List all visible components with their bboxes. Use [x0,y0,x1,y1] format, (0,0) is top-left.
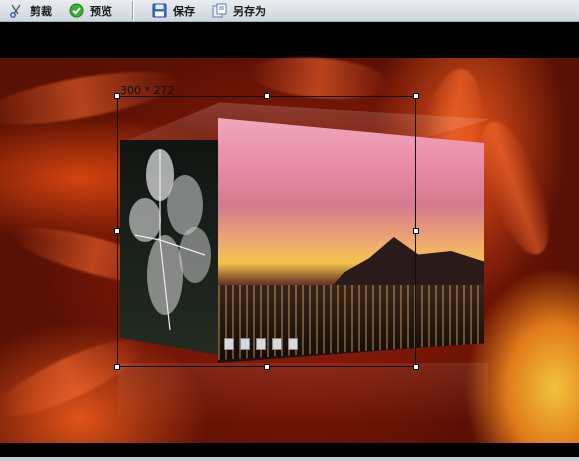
save-as-label: 另存为 [233,4,266,18]
scissors-icon [8,3,24,19]
cube-reflection [118,363,488,423]
save-label: 保存 [173,4,195,18]
save-button[interactable]: 保存 [143,0,203,22]
resize-handle-left[interactable] [114,228,120,234]
floppy-disk-icon [151,3,167,19]
image-editor-toolbar: 剪裁 预览 保存 另存为 [0,0,579,22]
resize-handle-bottom-left[interactable] [114,364,120,370]
resize-handle-right[interactable] [413,228,419,234]
crop-button[interactable]: 剪裁 [0,0,60,22]
resize-handle-bottom-right[interactable] [413,364,419,370]
crop-selection-box[interactable] [114,93,419,370]
resize-handle-bottom[interactable] [264,364,270,370]
resize-handle-top-right[interactable] [413,93,419,99]
toolbar-separator [132,0,133,21]
crop-label: 剪裁 [30,4,52,18]
preview-button[interactable]: 预览 [60,0,120,22]
preview-label: 预览 [90,4,112,18]
resize-handle-top[interactable] [264,93,270,99]
bottom-border [0,457,579,461]
save-as-icon [211,3,227,19]
checkmark-icon [68,3,84,19]
resize-handle-top-left[interactable] [114,93,120,99]
save-as-button[interactable]: 另存为 [203,0,274,22]
